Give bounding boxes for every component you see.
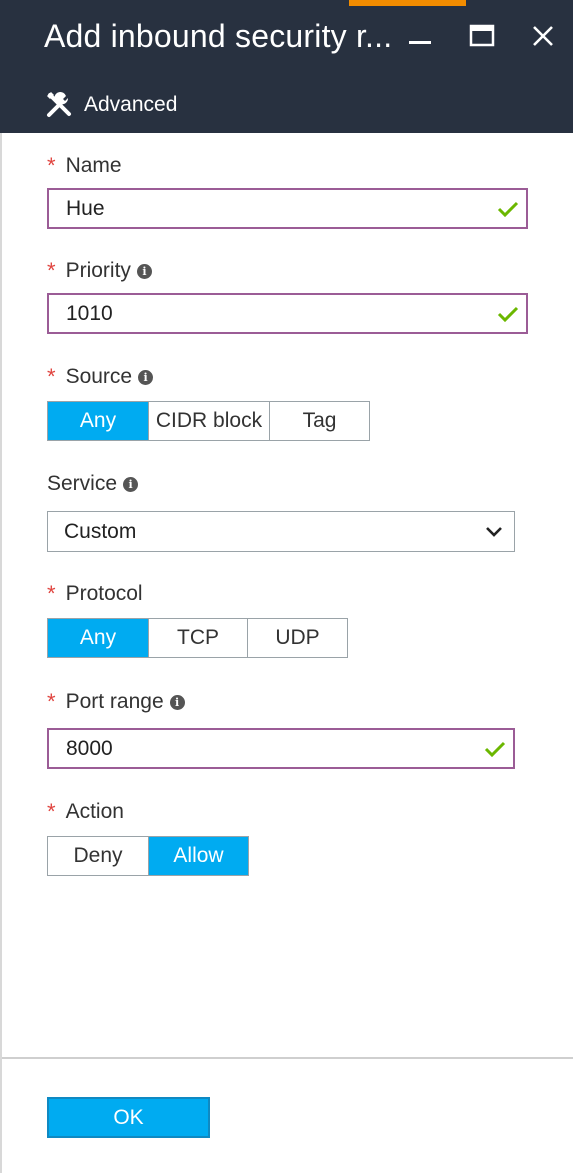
name-input[interactable]: Hue <box>47 188 528 229</box>
close-button[interactable] <box>521 14 565 58</box>
required-mark: * <box>47 153 56 178</box>
port-range-label: * Port range i <box>47 689 185 715</box>
tools-icon <box>44 90 74 120</box>
action-option-deny[interactable]: Deny <box>48 837 149 875</box>
action-label: * Action <box>47 799 124 825</box>
source-option-tag[interactable]: Tag <box>270 402 369 440</box>
service-label: Service i <box>47 472 139 496</box>
name-value: Hue <box>66 196 105 220</box>
priority-label: * Priority i <box>47 258 152 284</box>
info-icon[interactable]: i <box>169 694 185 710</box>
protocol-label: * Protocol <box>47 581 143 607</box>
source-label: * Source i <box>47 364 154 390</box>
source-option-any[interactable]: Any <box>48 402 149 440</box>
maximize-icon <box>469 24 495 47</box>
info-icon[interactable]: i <box>136 263 152 279</box>
blade-left-border <box>0 133 2 1173</box>
service-value: Custom <box>64 519 137 543</box>
minimize-button[interactable] <box>398 14 442 58</box>
required-mark: * <box>47 581 56 606</box>
port-range-input[interactable]: 8000 <box>47 728 515 769</box>
action-selector: Deny Allow <box>47 836 249 876</box>
required-mark: * <box>47 258 56 283</box>
advanced-command[interactable]: Advanced <box>44 90 177 120</box>
ok-button[interactable]: OK <box>47 1097 210 1138</box>
source-selector: Any CIDR block Tag <box>47 401 370 441</box>
blade-header: Add inbound security r... Advanced <box>0 0 573 133</box>
protocol-label-text: Protocol <box>65 582 143 605</box>
add-inbound-rule-blade: Add inbound security r... Advanced * Nam… <box>0 0 573 1173</box>
required-mark: * <box>47 364 56 389</box>
priority-input[interactable]: 1010 <box>47 293 528 334</box>
source-label-text: Source <box>65 365 133 388</box>
minimize-icon <box>409 41 431 44</box>
check-icon <box>494 300 522 328</box>
required-mark: * <box>47 689 56 714</box>
required-mark: * <box>47 799 56 824</box>
action-label-text: Action <box>65 800 124 823</box>
advanced-label: Advanced <box>84 93 178 116</box>
protocol-selector: Any TCP UDP <box>47 618 348 658</box>
source-option-cidr-block[interactable]: CIDR block <box>149 402 270 440</box>
check-icon <box>481 735 509 763</box>
maximize-button[interactable] <box>460 14 504 58</box>
name-label-text: Name <box>65 154 122 177</box>
check-icon <box>494 195 522 223</box>
blade-title: Add inbound security r... <box>44 18 393 54</box>
footer-divider <box>2 1057 573 1059</box>
name-label: * Name <box>47 153 122 179</box>
active-tab-indicator <box>349 0 466 6</box>
protocol-option-udp[interactable]: UDP <box>248 619 347 657</box>
info-icon[interactable]: i <box>123 476 139 492</box>
action-option-allow[interactable]: Allow <box>149 837 248 875</box>
port-range-value: 8000 <box>66 736 113 760</box>
info-icon[interactable]: i <box>138 369 154 385</box>
chevron-down-icon <box>474 514 514 550</box>
protocol-option-any[interactable]: Any <box>48 619 149 657</box>
port-range-label-text: Port range <box>65 690 164 713</box>
protocol-option-tcp[interactable]: TCP <box>149 619 248 657</box>
priority-label-text: Priority <box>65 259 131 282</box>
close-icon <box>533 26 553 46</box>
service-dropdown[interactable]: Custom <box>47 511 515 552</box>
service-label-text: Service <box>47 472 118 495</box>
priority-value: 1010 <box>66 301 113 325</box>
